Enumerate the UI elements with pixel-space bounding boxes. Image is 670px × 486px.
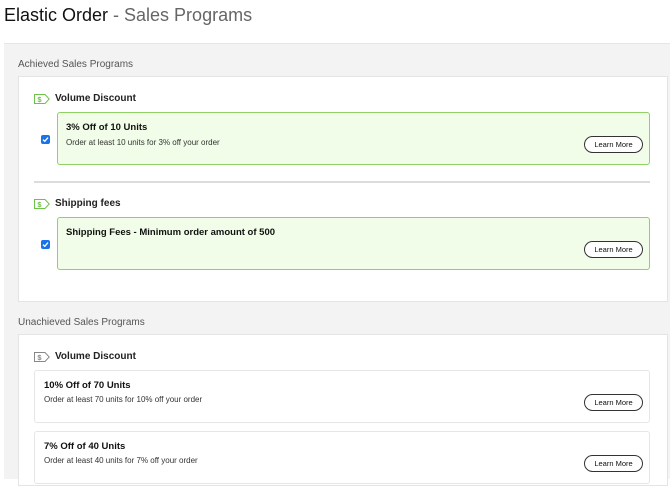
unachieved-card: $ Volume Discount 10% Off of 70 Units Or… bbox=[18, 334, 668, 486]
page-subtitle: - Sales Programs bbox=[108, 5, 253, 25]
sales-programs-panel: Achieved Sales Programs $ Volume Discoun… bbox=[4, 43, 670, 486]
svg-text:$: $ bbox=[37, 200, 42, 209]
svg-text:$: $ bbox=[37, 353, 42, 362]
program-title: 7% Off of 40 Units bbox=[44, 441, 126, 452]
learn-more-button[interactable]: Learn More bbox=[584, 136, 643, 153]
achieved-section-title: Achieved Sales Programs bbox=[18, 59, 134, 70]
group-head-volume-discount: $ Volume Discount bbox=[34, 351, 136, 362]
program-checkbox[interactable] bbox=[41, 135, 50, 144]
program-item: 7% Off of 40 Units Order at least 40 uni… bbox=[34, 431, 650, 484]
app-title: Elastic Order bbox=[4, 5, 109, 25]
program-title: 3% Off of 10 Units bbox=[66, 122, 148, 133]
price-tag-icon: $ bbox=[34, 351, 50, 362]
program-title: 10% Off of 70 Units bbox=[44, 380, 131, 391]
program-item: 3% Off of 10 Units Order at least 10 uni… bbox=[57, 112, 650, 165]
svg-text:$: $ bbox=[37, 95, 42, 104]
page-header: Elastic Order - Sales Programs bbox=[4, 4, 252, 26]
learn-more-button[interactable]: Learn More bbox=[584, 394, 643, 411]
program-description: Order at least 70 units for 10% off your… bbox=[44, 395, 203, 404]
program-title: Shipping Fees - Minimum order amount of … bbox=[66, 227, 276, 238]
learn-more-button[interactable]: Learn More bbox=[584, 455, 643, 472]
learn-more-button[interactable]: Learn More bbox=[584, 241, 643, 258]
price-tag-icon: $ bbox=[34, 198, 50, 209]
program-item: Shipping Fees - Minimum order amount of … bbox=[57, 217, 650, 270]
program-checkbox[interactable] bbox=[41, 240, 50, 249]
divider bbox=[34, 181, 650, 183]
unachieved-section-title: Unachieved Sales Programs bbox=[18, 317, 145, 328]
group-label: Shipping fees bbox=[55, 198, 121, 209]
program-description: Order at least 10 units for 3% off your … bbox=[66, 138, 220, 147]
program-description: Order at least 40 units for 7% off your … bbox=[44, 456, 198, 465]
program-item: 10% Off of 70 Units Order at least 70 un… bbox=[34, 370, 650, 423]
group-label: Volume Discount bbox=[55, 351, 136, 362]
group-label: Volume Discount bbox=[55, 93, 136, 104]
group-head-shipping-fees: $ Shipping fees bbox=[34, 198, 121, 209]
price-tag-icon: $ bbox=[34, 93, 50, 104]
group-head-volume-discount: $ Volume Discount bbox=[34, 93, 136, 104]
achieved-card: $ Volume Discount 3% Off of 10 Units Ord… bbox=[18, 76, 668, 302]
